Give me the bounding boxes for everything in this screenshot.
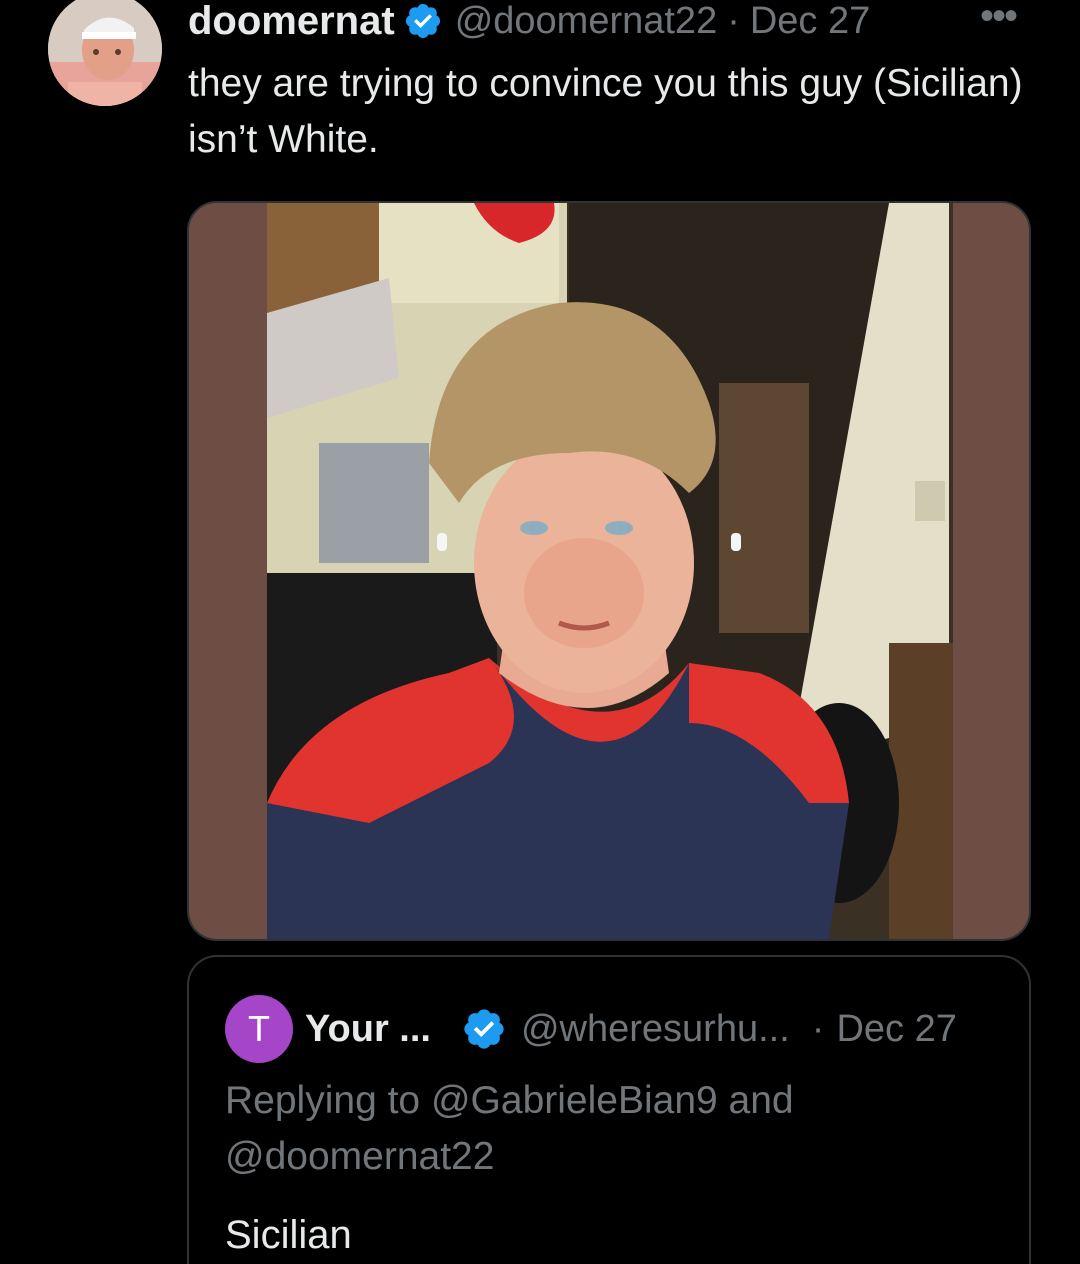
- tweet-header: doomernat @doomernat22 · Dec 27: [188, 0, 870, 46]
- display-name[interactable]: doomernat: [188, 0, 395, 44]
- quoted-tweet-text: Sicilian: [225, 1213, 352, 1257]
- quoted-user-avatar[interactable]: T: [225, 995, 293, 1063]
- quoted-tweet-date[interactable]: Dec 27: [836, 1008, 956, 1051]
- replying-to-text: Replying to @GabrieleBian9 and @doomerna…: [225, 1079, 794, 1178]
- tweet: doomernat @doomernat22 · Dec 27 ••• they…: [0, 0, 1080, 1264]
- separator-dot: ·: [727, 0, 740, 42]
- verified-badge-icon: [405, 3, 440, 39]
- more-options-icon[interactable]: •••: [980, 0, 1018, 39]
- separator-dot: ·: [811, 1007, 825, 1050]
- avatar-photo-icon: [48, 0, 162, 106]
- quoted-tweet-header: T Your ... @wheresurhu... · Dec 27: [225, 995, 957, 1063]
- user-handle[interactable]: @doomernat22: [455, 0, 718, 43]
- tweet-date[interactable]: Dec 27: [750, 0, 870, 43]
- user-avatar[interactable]: [48, 0, 162, 106]
- quoted-tweet[interactable]: T Your ... @wheresurhu... · Dec 27 Reply…: [187, 955, 1031, 1264]
- tweet-media-photo[interactable]: [187, 201, 1031, 941]
- verified-badge-icon: [464, 1009, 504, 1049]
- tweet-text: they are trying to convince you this guy…: [188, 62, 1023, 161]
- selfie-photo-image: [189, 203, 1029, 939]
- quoted-user-handle[interactable]: @wheresurhu...: [521, 1008, 790, 1051]
- quoted-display-name[interactable]: Your ...: [305, 1008, 431, 1051]
